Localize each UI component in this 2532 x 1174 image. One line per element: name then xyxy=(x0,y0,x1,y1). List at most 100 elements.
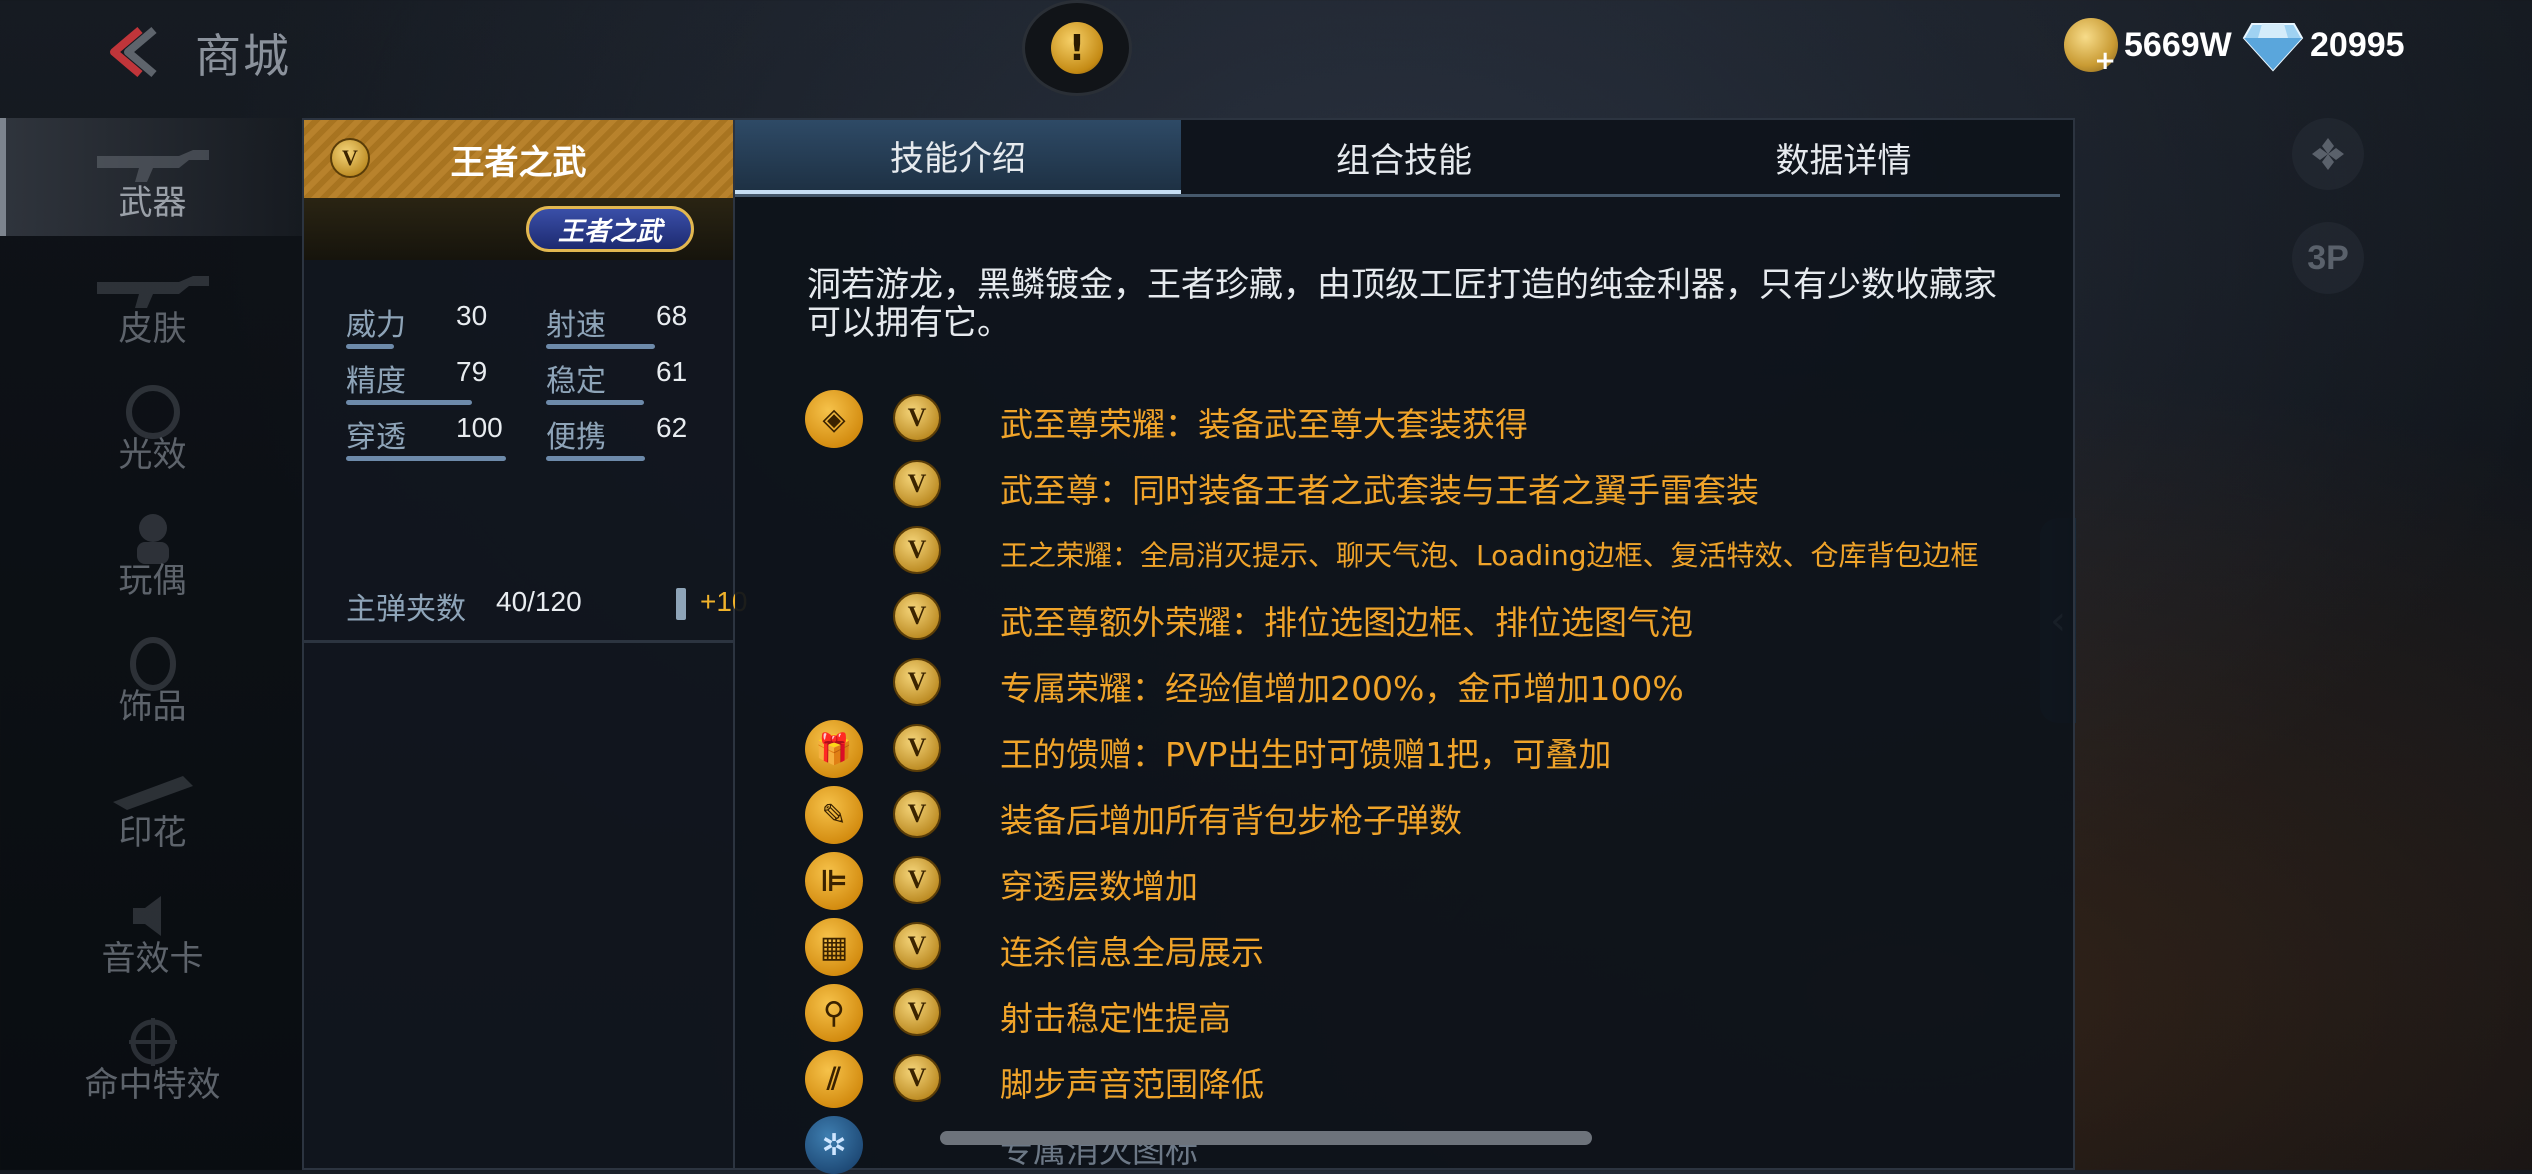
kill-icon: ✲ xyxy=(805,1116,863,1174)
weapon-description: 洞若游龙，黑鳞镀金，王者珍藏，由顶级工匠打造的纯金利器，只有少数收藏家可以拥有它… xyxy=(807,265,1997,343)
nav-item-decal[interactable]: 印花 xyxy=(0,748,305,866)
stat-bar xyxy=(346,400,472,405)
skill-row: ⫽ V 脚步声音范围降低 xyxy=(805,1048,2065,1108)
nav-item-light-effect[interactable]: 光效 xyxy=(0,370,305,488)
stat-bar xyxy=(546,456,645,461)
vip-badge-icon: V xyxy=(893,1054,941,1102)
penetration-icon: ⊫ xyxy=(805,852,863,910)
decal-icon xyxy=(112,776,193,810)
magazine-icon xyxy=(676,588,686,620)
skill-text: 武至尊：同时装备王者之武套装与王者之翼手雷套装 xyxy=(1000,471,1759,510)
skill-row: V 武至尊：同时装备王者之武套装与王者之翼手雷套装 xyxy=(805,454,2065,514)
vip-badge-icon: V xyxy=(893,922,941,970)
skill-row: ✎ V 装备后增加所有背包步枪子弹数 xyxy=(805,784,2065,844)
weapon-name: 王者之武 xyxy=(450,142,587,183)
weapon-logo-row: 王者之武 xyxy=(304,198,733,260)
gift-icon: 🎁 xyxy=(805,720,863,778)
light-effect-icon xyxy=(125,385,180,439)
weapon-header: V 王者之武 xyxy=(304,120,733,198)
stat-power: 威力 30 xyxy=(346,300,526,354)
diamond-icon xyxy=(2242,23,2304,72)
detail-panel: 技能介绍 组合技能 数据详情 洞若游龙，黑鳞镀金，王者珍藏，由顶级工匠打造的纯金… xyxy=(735,118,2075,1174)
tab-combo-skills[interactable]: 组合技能 xyxy=(1181,120,1627,194)
nav-item-sound-card[interactable]: 音效卡 xyxy=(0,874,305,992)
gold-currency[interactable]: 5669W xyxy=(2064,18,2232,76)
stat-portability: 便携 62 xyxy=(546,412,726,466)
gold-amount: 5669W xyxy=(2124,25,2232,64)
stat-label: 精度 xyxy=(346,364,406,399)
skin-icon xyxy=(96,276,209,308)
vip-badge-icon: V xyxy=(893,658,941,706)
tab-bar: 技能介绍 组合技能 数据详情 xyxy=(735,120,2060,197)
stat-bar xyxy=(346,344,394,349)
vip-badge-icon: V xyxy=(330,138,370,178)
ammo-label: 主弹夹数 xyxy=(346,592,466,627)
skill-text: 射击稳定性提高 xyxy=(1000,999,1231,1038)
vip-badge-icon: V xyxy=(893,526,941,574)
vip-badge-icon: V xyxy=(893,988,941,1036)
back-arrow-icon[interactable] xyxy=(100,24,160,80)
vip-badge-icon: V xyxy=(893,790,941,838)
stat-value: 100 xyxy=(456,412,503,443)
tab-data-details[interactable]: 数据详情 xyxy=(1627,120,2060,194)
vip-badge-icon: V xyxy=(893,856,941,904)
stat-label: 威力 xyxy=(346,308,406,343)
nav-item-weapon[interactable]: 武器 xyxy=(0,118,305,236)
tab-skill-intro[interactable]: 技能介绍 xyxy=(735,120,1181,194)
stat-value: 68 xyxy=(656,300,688,331)
stat-label: 射速 xyxy=(546,308,606,343)
stat-label: 穿透 xyxy=(346,420,406,455)
vip-badge-icon: V xyxy=(893,460,941,508)
crosshair-icon xyxy=(128,1018,177,1066)
rifle-icon: ✎ xyxy=(805,786,863,844)
nav-item-hit-effect[interactable]: 命中特效 xyxy=(0,1000,305,1118)
stat-label: 便携 xyxy=(546,420,606,455)
stat-bar xyxy=(346,456,506,461)
rifle-icon xyxy=(96,150,209,182)
nav-item-skin[interactable]: 皮肤 xyxy=(0,244,305,362)
stability-icon: ⚲ xyxy=(805,984,863,1042)
diamond-currency[interactable]: 20995 xyxy=(2242,18,2405,72)
stat-bar xyxy=(546,400,644,405)
speaker-icon xyxy=(132,896,161,936)
vip-badge-icon: V xyxy=(893,394,941,442)
accessory-icon xyxy=(129,637,176,691)
page-title: 商城 xyxy=(195,29,291,83)
divider xyxy=(304,640,733,643)
weapon-card: V 王者之武 王者之武 威力 30 射速 68 精度 79 稳定 61 穿透 1… xyxy=(302,118,748,1170)
stat-bar xyxy=(546,344,655,349)
skill-row: ⊫ V 穿透层数增加 xyxy=(805,850,2065,910)
vip-badge-icon: V xyxy=(893,724,941,772)
third-person-button[interactable]: 3P xyxy=(2292,222,2364,294)
gamepad-icon xyxy=(2312,138,2344,170)
gold-coin-icon xyxy=(2064,18,2118,76)
alert-button[interactable]: ! xyxy=(1022,0,1132,96)
footstep-icon: ⫽ xyxy=(805,1050,863,1108)
skill-row: ▦ V 连杀信息全局展示 xyxy=(805,916,2065,976)
nav-item-doll[interactable]: 玩偶 xyxy=(0,496,305,614)
skill-row: V 王之荣耀：全局消灭提示、聊天气泡、Loading边框、复活特效、仓库背包边框 xyxy=(805,520,2065,580)
stat-accuracy: 精度 79 xyxy=(346,356,526,410)
stat-label: 稳定 xyxy=(546,364,606,399)
skill-row: 🎁 V 王的馈赠：PVP出生时可馈赠1把，可叠加 xyxy=(805,718,2065,778)
diamond-emblem-icon: ◈ xyxy=(805,390,863,448)
skill-text: 武至尊额外荣耀：排位选图边框、排位选图气泡 xyxy=(1000,603,1693,642)
skill-text: 连杀信息全局展示 xyxy=(1000,933,1264,972)
stat-fire-rate: 射速 68 xyxy=(546,300,726,354)
ammo-value: 40/120 xyxy=(496,586,582,617)
skill-text: 专属荣耀：经验值增加200%，金币增加100% xyxy=(1000,669,1684,708)
skill-row: V 专属荣耀：经验值增加200%，金币增加100% xyxy=(805,652,2065,712)
skill-text: 武至尊荣耀：装备武至尊大套装获得 xyxy=(1000,405,1528,444)
stat-value: 30 xyxy=(456,300,488,331)
exclamation-icon: ! xyxy=(1051,22,1103,74)
killstreak-icon: ▦ xyxy=(805,918,863,976)
skill-text: 脚步声音范围降低 xyxy=(1000,1065,1264,1104)
gamepad-button[interactable] xyxy=(2292,118,2364,190)
doll-icon xyxy=(136,514,169,564)
scrollbar[interactable] xyxy=(940,1131,1592,1145)
nav-item-accessory[interactable]: 饰品 xyxy=(0,622,305,740)
ammo-row: 主弹夹数 40/120 +10 xyxy=(346,584,748,628)
weapon-logo: 王者之武 xyxy=(526,206,694,252)
skill-text: 王之荣耀：全局消灭提示、聊天气泡、Loading边框、复活特效、仓库背包边框 xyxy=(1000,539,1979,572)
stat-value: 62 xyxy=(656,412,688,443)
